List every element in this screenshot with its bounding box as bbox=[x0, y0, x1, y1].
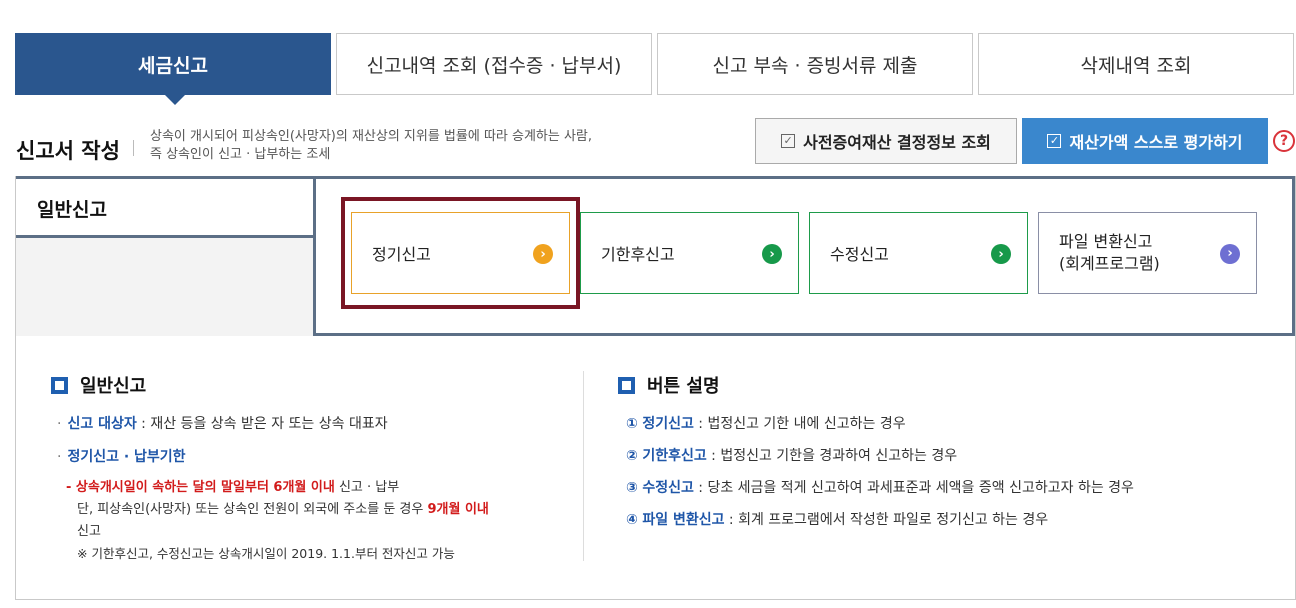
selection-highlight bbox=[341, 197, 580, 309]
item-number: ③ bbox=[626, 480, 638, 496]
item-name: 기한후신고 bbox=[642, 448, 707, 464]
bullet-dot-icon: · bbox=[57, 449, 62, 465]
item-number: ① bbox=[626, 416, 638, 432]
late-filing-label: 기한후신고 bbox=[601, 245, 675, 264]
info-right-title: 버튼 설명 bbox=[618, 372, 720, 398]
file-conversion-label: 파일 변환신고 (회계프로그램) bbox=[1059, 231, 1160, 275]
button-desc-item: ③ 수정신고 : 당초 세금을 적게 신고하여 과세표준과 세액을 증액 신고하… bbox=[626, 477, 1134, 497]
button-desc-item: ④ 파일 변환신고 : 회계 프로그램에서 작성한 파일로 정기신고 하는 경우 bbox=[626, 509, 1048, 529]
deadline-label: 정기신고 · 납부기한 bbox=[67, 449, 186, 465]
item-name: 수정신고 bbox=[642, 480, 694, 496]
target-label: 신고 대상자 bbox=[67, 416, 137, 432]
form-description: 상속이 개시되어 피상속인(사망자)의 재산상의 지위를 법률에 따라 승계하는… bbox=[150, 128, 710, 164]
target-text: : 재산 등을 상속 받은 자 또는 상속 대표자 bbox=[136, 416, 388, 432]
target-line: · 신고 대상자 : 재산 등을 상속 받은 자 또는 상속 대표자 bbox=[57, 413, 388, 433]
deadline-heading: · 정기신고 · 납부기한 bbox=[57, 446, 186, 466]
button-desc-item: ① 정기신고 : 법정신고 기한 내에 신고하는 경우 bbox=[626, 413, 906, 433]
tab-deleted-history[interactable]: 삭제내역 조회 bbox=[978, 33, 1294, 95]
amended-filing-label: 수정신고 bbox=[830, 245, 889, 264]
self-evaluate-button[interactable]: ✓ 재산가액 스스로 평가하기 bbox=[1022, 118, 1268, 164]
info-right-title-text: 버튼 설명 bbox=[647, 376, 720, 397]
checkbox-icon: ✓ bbox=[1047, 134, 1062, 148]
desc-line-2: 즉 상속인이 신고 · 납부하는 조세 bbox=[150, 147, 331, 162]
amended-filing-button[interactable]: 수정신고 › bbox=[809, 212, 1028, 294]
item-number: ② bbox=[626, 448, 638, 464]
deadline-tail: 신고 · 납부 bbox=[334, 480, 400, 495]
prior-gift-lookup-label: 사전증여재산 결정정보 조회 bbox=[803, 133, 991, 152]
deadline-red: 상속개시일이 속하는 달의 말일부터 6개월 이내 bbox=[75, 480, 335, 495]
square-bullet-icon bbox=[618, 376, 635, 394]
item-text: : 당초 세금을 적게 신고하여 과세표준과 세액을 증액 신고하고자 하는 경… bbox=[693, 480, 1134, 496]
tab-tax-filing[interactable]: 세금신고 bbox=[15, 33, 331, 105]
desc-line-1: 상속이 개시되어 피상속인(사망자)의 재산상의 지위를 법률에 따라 승계하는… bbox=[150, 129, 593, 144]
dash-icon: - bbox=[66, 480, 76, 495]
file-conversion-label-line-1: 파일 변환신고 bbox=[1059, 232, 1153, 251]
item-text: : 법정신고 기한 내에 신고하는 경우 bbox=[693, 416, 906, 432]
exception-line-2: 신고 bbox=[77, 524, 101, 539]
footnote: ※ 기한후신고, 수정신고는 상속개시일이 2019. 1.1.부터 전자신고 … bbox=[77, 546, 455, 561]
info-divider bbox=[583, 371, 584, 561]
checkbox-icon: ✓ bbox=[781, 134, 796, 148]
info-left-title: 일반신고 bbox=[51, 372, 146, 398]
note-prefix: 단, 피상속인(사망자) 또는 상속인 전원이 외국에 주소를 둔 경우 bbox=[77, 502, 428, 517]
note-red: 9개월 이내 bbox=[427, 502, 489, 517]
form-title: 신고서 작성 bbox=[16, 139, 120, 163]
help-icon[interactable]: ? bbox=[1273, 130, 1295, 152]
exception-line: 단, 피상속인(사망자) 또는 상속인 전원이 외국에 주소를 둔 경우 9개월… bbox=[77, 498, 489, 517]
self-evaluate-label: 재산가액 스스로 평가하기 bbox=[1069, 133, 1243, 152]
item-name: 파일 변환신고 bbox=[642, 512, 725, 528]
info-left-title-text: 일반신고 bbox=[80, 376, 147, 397]
late-filing-button[interactable]: 기한후신고 › bbox=[580, 212, 799, 294]
title-separator bbox=[133, 140, 134, 156]
bullet-dot-icon: · bbox=[57, 416, 62, 432]
tab-bar: 세금신고 신고내역 조회 (접수증 · 납부서) 신고 부속 · 증빙서류 제출… bbox=[15, 33, 1295, 105]
tab-filing-history[interactable]: 신고내역 조회 (접수증 · 납부서) bbox=[336, 33, 652, 95]
general-filing-label: 일반신고 bbox=[37, 199, 107, 221]
page-title-fragment bbox=[560, 0, 730, 8]
square-bullet-icon bbox=[51, 376, 68, 394]
item-number: ④ bbox=[626, 512, 638, 528]
item-name: 정기신고 bbox=[642, 416, 694, 432]
tab-attachment-submit[interactable]: 신고 부속 · 증빙서류 제출 bbox=[657, 33, 973, 95]
panel-gray-area bbox=[16, 237, 315, 336]
chevron-right-icon: › bbox=[991, 244, 1011, 264]
button-desc-item: ② 기한후신고 : 법정신고 기한을 경과하여 신고하는 경우 bbox=[626, 445, 957, 465]
item-text: : 법정신고 기한을 경과하여 신고하는 경우 bbox=[706, 448, 958, 464]
chevron-right-icon: › bbox=[1220, 244, 1240, 264]
prior-gift-lookup-button[interactable]: ✓ 사전증여재산 결정정보 조회 bbox=[755, 118, 1017, 164]
item-text: : 회계 프로그램에서 작성한 파일로 정기신고 하는 경우 bbox=[724, 512, 1049, 528]
file-conversion-filing-button[interactable]: 파일 변환신고 (회계프로그램) › bbox=[1038, 212, 1257, 294]
deadline-line: - 상속개시일이 속하는 달의 말일부터 6개월 이내 신고 · 납부 bbox=[66, 476, 399, 495]
file-conversion-label-line-2: (회계프로그램) bbox=[1059, 254, 1160, 273]
chevron-right-icon: › bbox=[762, 244, 782, 264]
